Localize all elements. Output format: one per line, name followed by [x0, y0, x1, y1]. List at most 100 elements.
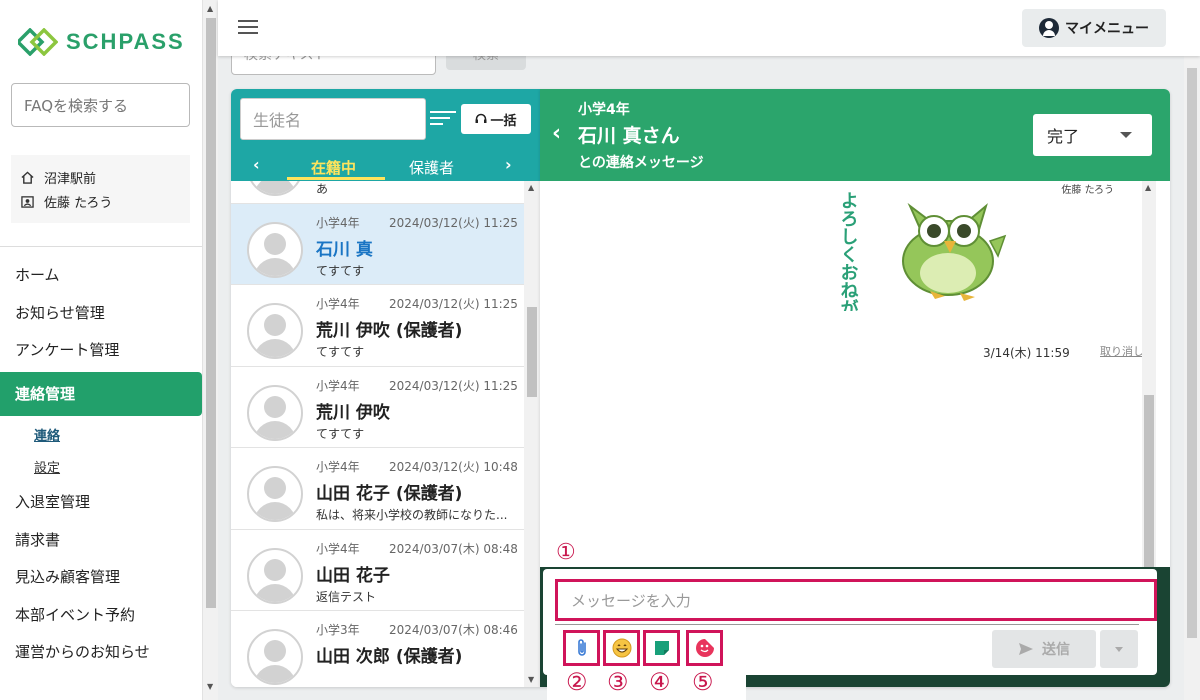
scroll-down-icon[interactable]: ▼ — [207, 682, 213, 691]
tab-guardian[interactable]: 保護者 — [409, 157, 454, 178]
scroll-up-icon[interactable]: ▲ — [528, 183, 534, 192]
list-item[interactable]: 小学3年 2024/03/07(木) 08:46 山田 次郎 (保護者) — [231, 611, 524, 687]
item-date: 2024/03/12(火) 11:25 — [389, 378, 518, 393]
faq-search-input[interactable]: FAQを検索する — [11, 83, 190, 127]
chat-grade: 小学4年 — [578, 102, 630, 118]
item-message: 私は、将来小学校の教師になりた... — [316, 508, 508, 522]
item-date: 2024/03/12(火) 10:48 — [389, 460, 518, 474]
item-grade: 小学3年 — [316, 623, 360, 637]
item-grade: 小学4年 — [316, 541, 360, 556]
item-message: てすてす — [316, 263, 365, 278]
item-grade: 小学4年 — [316, 460, 360, 474]
message-input[interactable]: メッセージを入力 — [555, 579, 1157, 621]
avatar — [247, 384, 303, 441]
item-message: てすてす — [316, 345, 365, 359]
status-select[interactable]: 完了 — [1033, 114, 1152, 156]
template-button[interactable] — [643, 630, 680, 666]
nav-item-operator-news[interactable]: 運営からのお知らせ — [0, 633, 202, 671]
sidebar: SCHPASS FAQを検索する 沼津駅前 佐藤 たろう ホーム お知らせ管理 … — [0, 0, 202, 700]
chat-scrollbar[interactable]: ▲ — [1142, 181, 1156, 567]
paperclip-icon — [577, 639, 586, 656]
callout-marker-emoji: ③ — [607, 668, 629, 696]
back-chevron-icon[interactable]: ‹ — [552, 121, 561, 146]
nav-sub-contact[interactable]: 連絡 — [0, 419, 202, 451]
send-label: 送信 — [1042, 642, 1070, 658]
note-icon — [654, 641, 669, 655]
callout-marker-input: ① — [556, 540, 576, 565]
tab-enrolled[interactable]: 在籍中 — [311, 157, 356, 178]
avatar — [247, 303, 303, 359]
school-info: 沼津駅前 佐藤 たろう — [11, 155, 190, 223]
owl-sticker: よろしくおねがいします — [838, 191, 1007, 311]
bulk-button[interactable]: 一括 — [461, 104, 531, 134]
headset-icon — [475, 113, 487, 123]
tab-indicator — [287, 177, 385, 180]
scroll-thumb[interactable] — [527, 307, 537, 397]
scroll-thumb[interactable] — [206, 18, 216, 608]
nav-item-notice[interactable]: お知らせ管理 — [0, 294, 202, 332]
send-options-button[interactable] — [1100, 630, 1138, 668]
send-icon — [1019, 643, 1033, 655]
avatar — [247, 181, 303, 196]
bulk-label: 一括 — [490, 113, 517, 129]
chevron-right-icon[interactable]: › — [505, 155, 512, 174]
nav-item-contact-management[interactable]: 連絡管理 — [0, 371, 202, 416]
list-item[interactable]: あ — [231, 181, 524, 204]
avatar — [247, 466, 303, 522]
item-grade: 小学4年 — [316, 378, 360, 393]
scroll-up-icon[interactable]: ▲ — [1145, 183, 1151, 192]
nav-item-attendance[interactable]: 入退室管理 — [0, 483, 202, 521]
sidebar-scrollbar[interactable]: ▲ ▼ — [202, 0, 218, 700]
avatar — [247, 547, 303, 604]
chat-subtitle: との連絡メッセージ — [578, 155, 704, 171]
caret-down-icon — [1120, 132, 1132, 138]
account-icon — [1039, 18, 1059, 38]
main-scrollbar[interactable] — [1184, 56, 1200, 700]
sticker-button[interactable] — [686, 630, 723, 666]
nav-item-survey[interactable]: アンケート管理 — [0, 331, 202, 369]
list-item[interactable]: 小学4年 2024/03/12(火) 11:25 荒川 伊吹 てすてす — [231, 366, 524, 448]
nav-item-invoice[interactable]: 請求書 — [0, 520, 202, 558]
chevron-left-icon[interactable]: ‹ — [253, 155, 260, 174]
sticker-text: よろしくおねがいします — [838, 191, 859, 311]
my-menu-button[interactable]: マイメニュー — [1022, 9, 1166, 47]
home-icon — [21, 170, 34, 184]
list-item[interactable]: 小学4年 2024/03/07(木) 08:48 山田 花子 返信テスト — [231, 529, 524, 611]
item-name: 山田 花子 (保護者) — [316, 484, 463, 504]
hamburger-icon[interactable] — [238, 20, 258, 34]
student-list-header: 生徒名 一括 ‹ 在籍中 保護者 › — [231, 89, 540, 181]
scroll-down-icon[interactable]: ▼ — [528, 675, 534, 684]
logo-text: SCHPASS — [66, 29, 185, 54]
message-timestamp: 3/14(木) 11:59 — [983, 346, 1070, 360]
logo[interactable]: SCHPASS — [18, 28, 185, 56]
compose-divider — [555, 624, 1139, 625]
item-date: 2024/03/07(木) 08:46 — [389, 623, 518, 637]
item-grade: 小学4年 — [316, 215, 360, 230]
sort-icon[interactable] — [430, 111, 456, 129]
callout-marker-sticker: ⑤ — [692, 668, 714, 696]
nav-item-prospects[interactable]: 見込み顧客管理 — [0, 558, 202, 596]
undo-link[interactable]: 取り消し — [1100, 343, 1144, 359]
nav-item-home[interactable]: ホーム — [0, 256, 202, 294]
scroll-up-icon[interactable]: ▲ — [207, 4, 213, 13]
student-list: あ 小学4年 2024/03/12(火) 11:25 石川 真 てすてす 小学4… — [231, 181, 540, 687]
student-name-input[interactable]: 生徒名 — [240, 98, 426, 140]
message-area: 佐藤 たろう よろしくおねがいします 3/14(木) 11:59 取り消し — [540, 181, 1154, 567]
item-date: 2024/03/12(火) 11:25 — [389, 297, 518, 311]
list-scrollbar[interactable]: ▲ ▼ — [524, 181, 540, 687]
list-item[interactable]: 小学4年 2024/03/12(火) 11:25 荒川 伊吹 (保護者) てすて… — [231, 285, 524, 367]
chat-student-name: 石川 真さん — [578, 125, 680, 147]
list-item[interactable]: 小学4年 2024/03/12(火) 10:48 山田 花子 (保護者) 私は、… — [231, 448, 524, 530]
nav-item-hq-events[interactable]: 本部イベント予約 — [0, 596, 202, 634]
attach-button[interactable] — [563, 630, 600, 666]
list-item[interactable]: 小学4年 2024/03/12(火) 11:25 石川 真 てすてす — [231, 203, 524, 285]
send-button[interactable]: 送信 — [992, 630, 1096, 668]
item-name: 山田 次郎 (保護者) — [316, 647, 463, 667]
item-message: 返信テスト — [316, 589, 377, 604]
emoji-button[interactable] — [603, 630, 640, 666]
scroll-thumb[interactable] — [1187, 68, 1197, 638]
callout-marker-attach: ② — [566, 668, 588, 696]
item-name: 荒川 伊吹 — [316, 402, 390, 423]
nav-sub-settings[interactable]: 設定 — [0, 451, 202, 483]
scroll-thumb[interactable] — [1144, 395, 1154, 567]
